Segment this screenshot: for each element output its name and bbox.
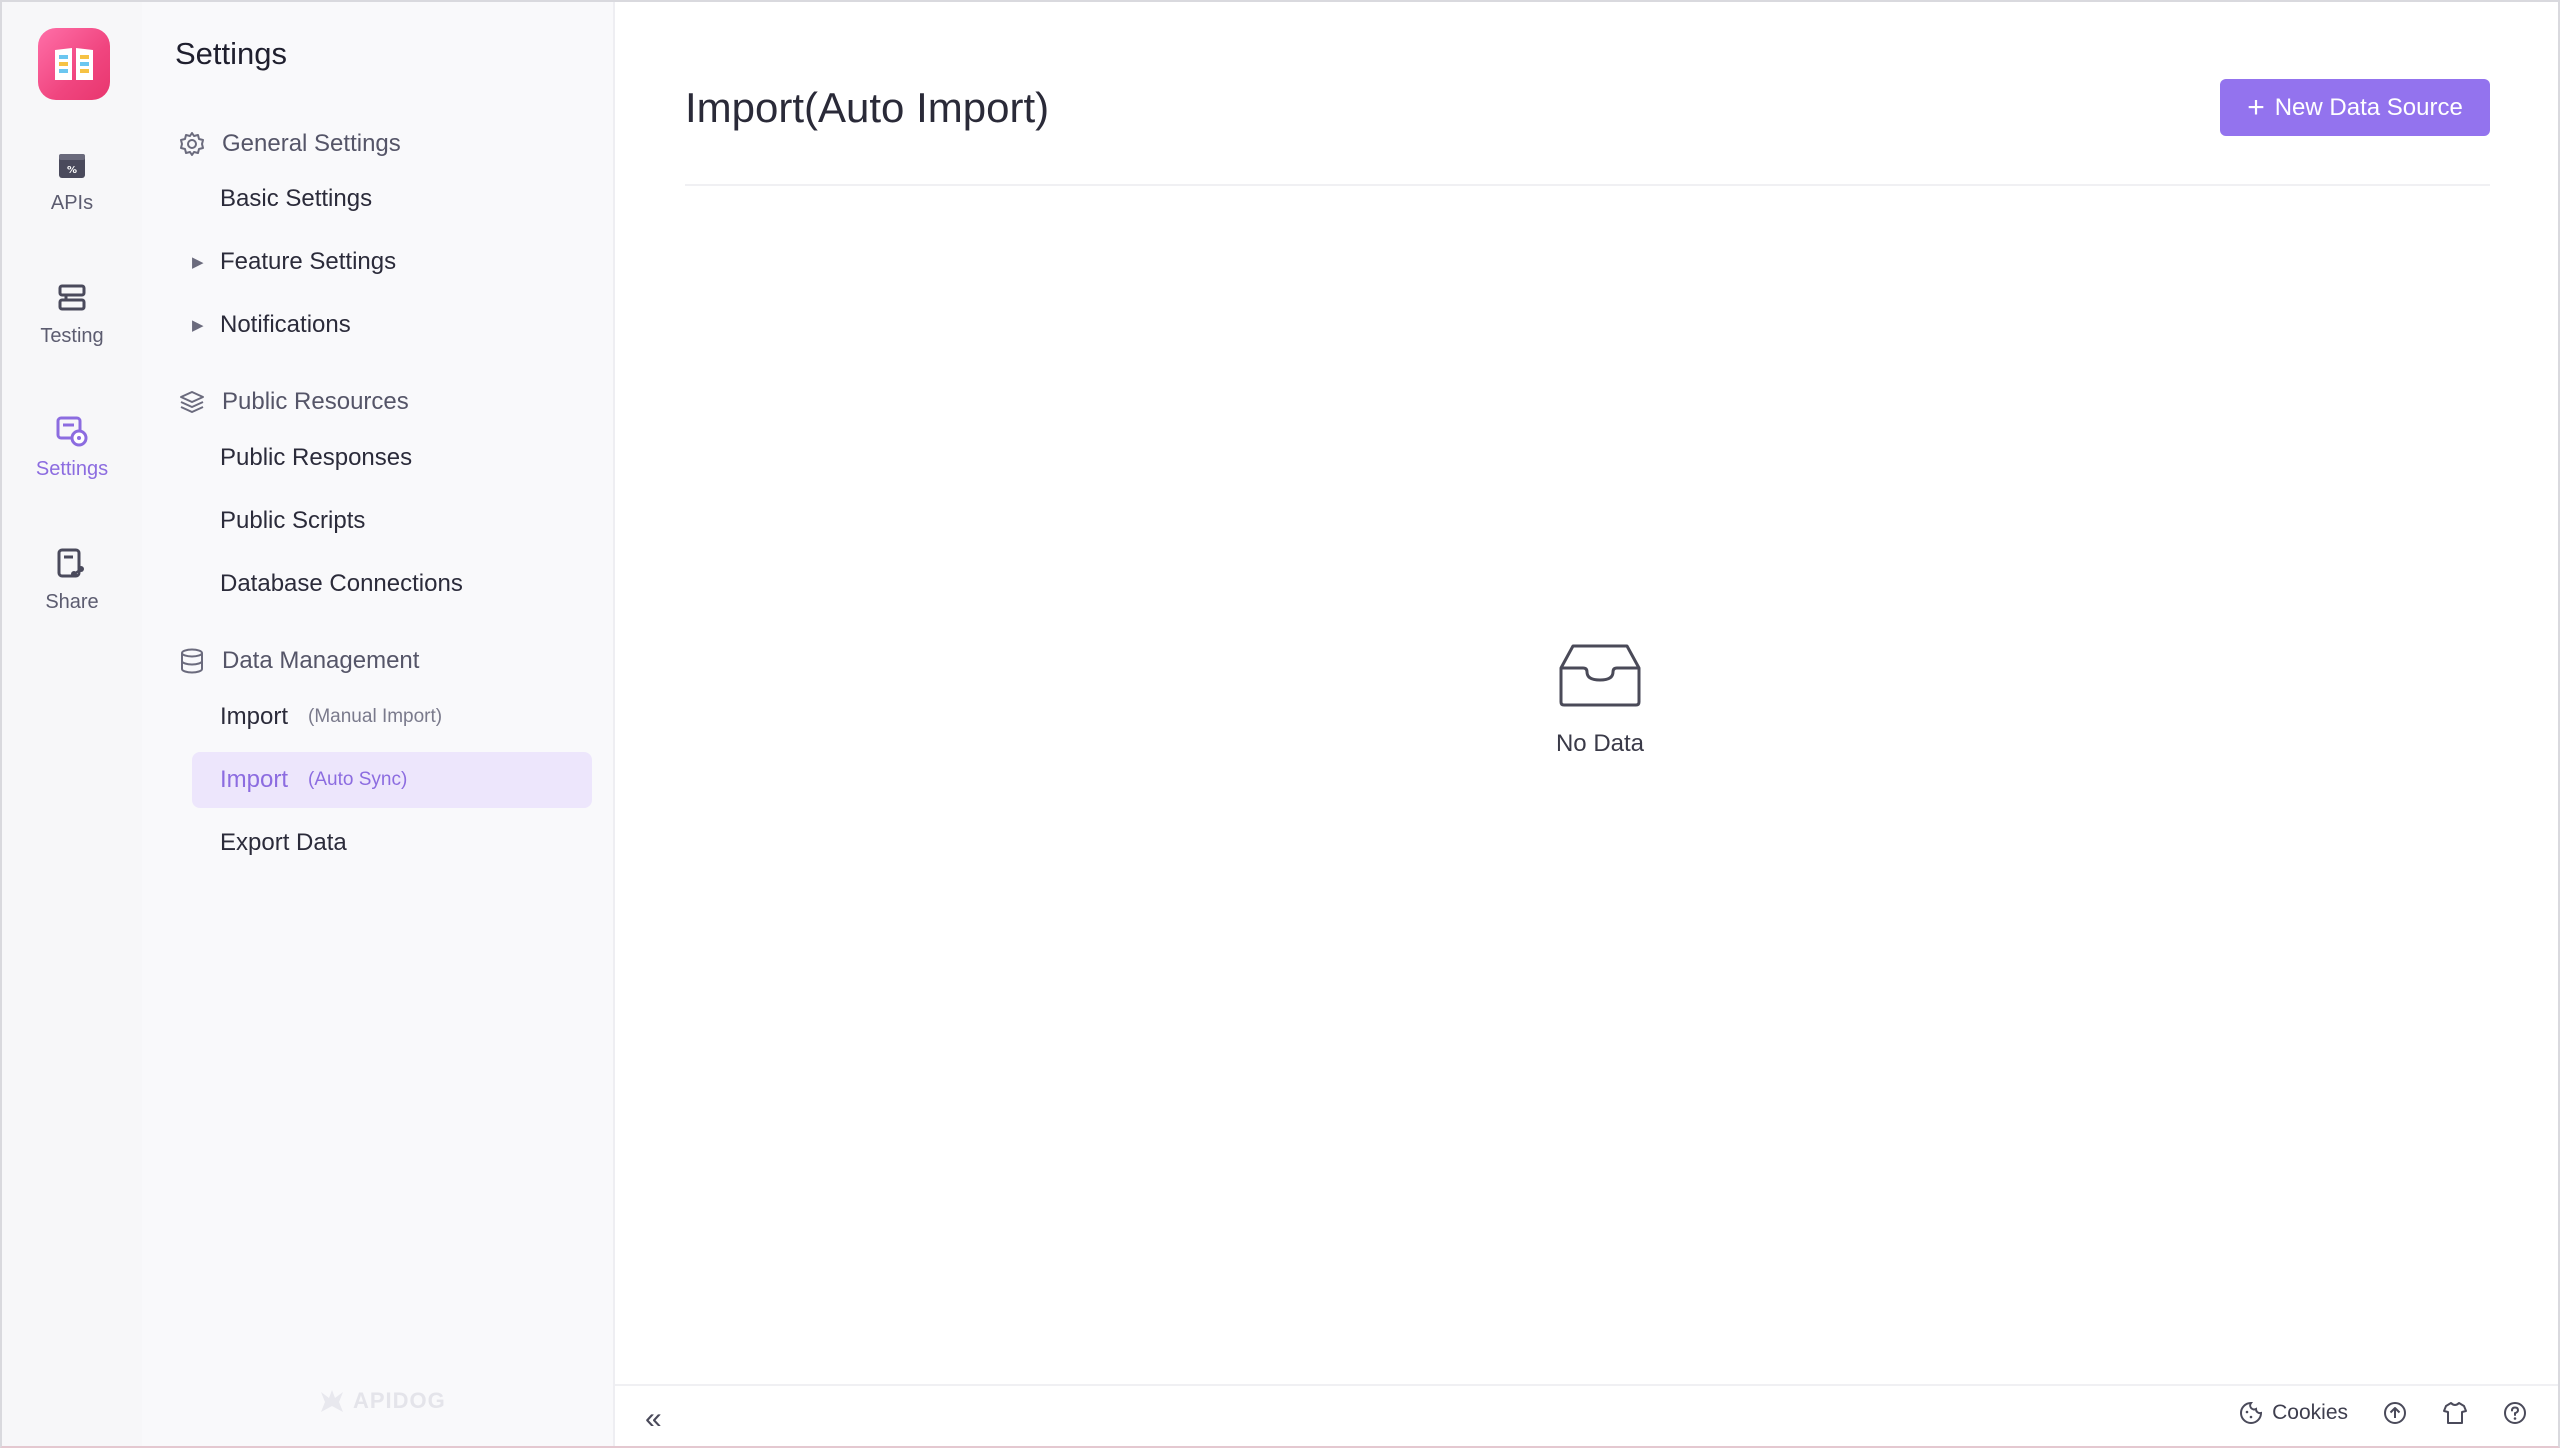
shirt-icon[interactable] [2442,1400,2468,1426]
nav-label: Public Responses [220,444,413,471]
nav-sublabel: (Auto Sync) [308,769,408,790]
watermark-text: APIDOG [353,1388,446,1413]
group-general-settings: General Settings [178,124,401,164]
left-rail: % APIs Testing Settings Share [2,2,142,1446]
nav-label: Import [220,766,289,793]
upload-icon[interactable] [2382,1400,2408,1426]
nav-public-scripts[interactable]: Public Scripts [192,493,612,549]
footer-bar: « Cookies [615,1384,2558,1446]
app-logo[interactable] [38,28,110,100]
nav-feature-settings[interactable]: ▶ Feature Settings [192,234,612,290]
group-label: Data Management [222,647,420,674]
nav-basic-settings[interactable]: Basic Settings [192,171,612,227]
rail-item-apis[interactable]: % APIs [2,126,142,236]
database-icon [181,648,203,674]
api-icon: % [59,153,85,178]
book-icon [55,48,93,80]
rail-label-share: Share [45,590,99,613]
layers-icon [180,391,204,413]
group-public-resources: Public Resources [178,382,409,422]
new-data-source-button[interactable]: + New Data Source [2220,79,2490,136]
group-label: Public Resources [222,388,409,415]
header-divider [685,184,2490,186]
rail-label-testing: Testing [40,324,104,347]
nav-label: Export Data [220,829,347,856]
nav-label: Notifications [220,311,351,338]
settings-icon [56,416,88,446]
rail-label-settings: Settings [35,457,109,480]
main-content: Import(Auto Import) + New Data Source No… [615,2,2558,1446]
testing-icon [58,284,86,310]
plus-icon: + [2247,90,2265,124]
page-title: Import(Auto Import) [685,84,1050,131]
rail-item-settings[interactable]: Settings [2,392,142,502]
svg-text:%: % [67,165,77,176]
group-data-management: Data Management [178,641,419,681]
nav-label: Database Connections [220,570,463,597]
nav-database-connections[interactable]: Database Connections [192,556,612,612]
nav-label: Feature Settings [220,248,397,275]
rail-item-share[interactable]: Share [2,525,142,635]
nav-import-manual[interactable]: Import (Manual Import) [192,689,612,745]
group-label: General Settings [222,130,401,157]
collapse-sidebar-icon[interactable]: « [645,1402,662,1436]
apidog-watermark: APIDOG [317,1386,446,1416]
nav-notifications[interactable]: ▶ Notifications [192,297,612,353]
nav-public-responses[interactable]: Public Responses [192,430,612,486]
cookies-label: Cookies [2272,1401,2348,1424]
nav-import-auto-sync[interactable]: Import (Auto Sync) [192,752,592,808]
settings-sidebar: Settings General Settings Basic Settings… [142,2,615,1446]
nav-label: Import [220,703,289,730]
nav-sublabel: (Manual Import) [308,706,443,727]
empty-state: No Data [1520,642,1680,758]
nav-label: Basic Settings [220,185,373,212]
cookie-icon [2240,1401,2263,1424]
caret-right-icon[interactable]: ▶ [192,253,204,271]
help-icon[interactable] [2502,1400,2528,1426]
gear-icon [180,132,204,156]
sidebar-title: Settings [175,36,288,71]
nav-export-data[interactable]: Export Data [192,815,612,871]
empty-inbox-icon [1559,644,1641,707]
rail-label-apis: APIs [50,191,94,214]
share-icon [57,548,84,577]
caret-right-icon[interactable]: ▶ [192,316,204,334]
apidog-logo-icon [321,1390,343,1412]
cookies-button[interactable]: Cookies [2238,1400,2348,1426]
rail-item-testing[interactable]: Testing [2,259,142,369]
new-data-source-label: New Data Source [2274,93,2463,121]
nav-label: Public Scripts [220,507,366,534]
empty-state-text: No Data [1555,730,1645,757]
footer-actions: Cookies [2238,1400,2528,1426]
